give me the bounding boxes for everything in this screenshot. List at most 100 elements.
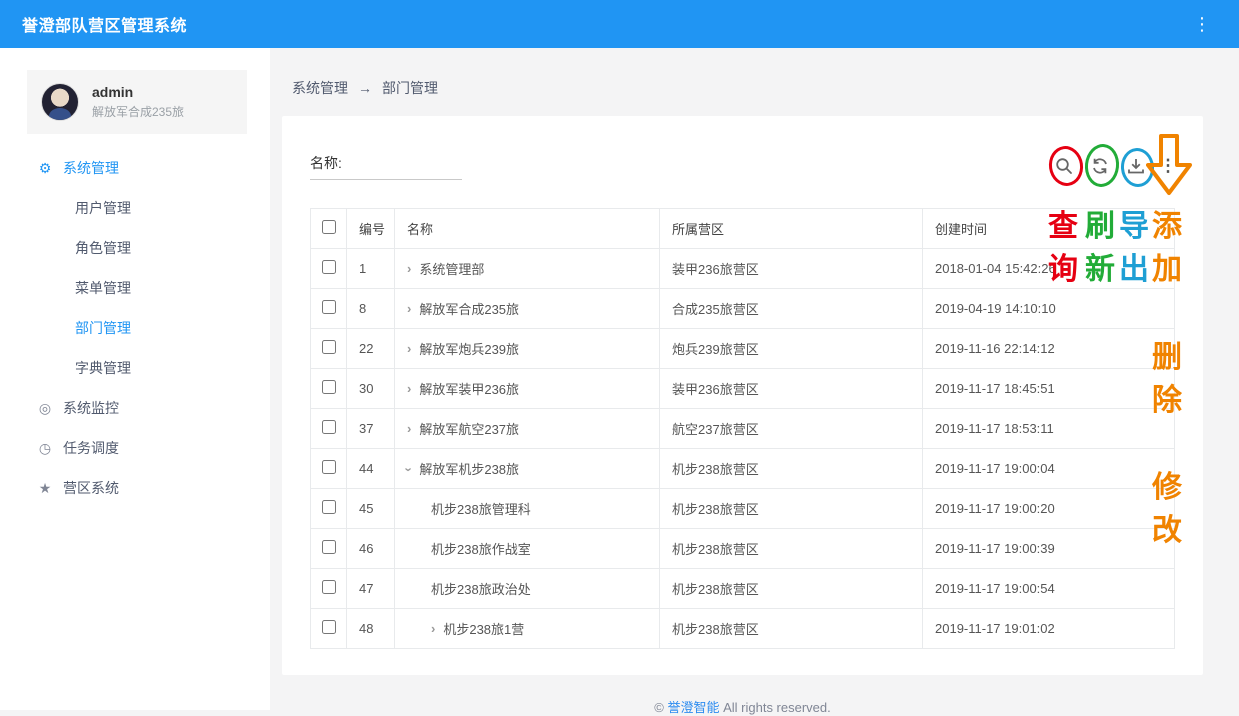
department-name: 机步238旅作战室: [431, 542, 531, 557]
expand-arrow-icon[interactable]: ›: [431, 621, 435, 636]
row-checkbox-cell: [311, 329, 347, 369]
brand-link[interactable]: 誉澄智能: [667, 700, 719, 715]
name-filter-label: 名称:: [310, 153, 342, 173]
row-checkbox-cell: [311, 609, 347, 649]
row-checkbox[interactable]: [322, 540, 336, 554]
sidebar-item-system-monitor[interactable]: ◎ 系统监控: [0, 388, 270, 428]
row-id: 45: [347, 489, 395, 529]
row-checkbox[interactable]: [322, 340, 336, 354]
search-button[interactable]: [1053, 155, 1075, 177]
app-title: 誉澄部队营区管理系统: [22, 12, 187, 36]
row-created-time: 2019-11-17 19:00:20: [923, 489, 1175, 529]
row-checkbox[interactable]: [322, 420, 336, 434]
more-actions-button[interactable]: ⋮: [1161, 155, 1175, 177]
expand-arrow-icon[interactable]: ›: [407, 381, 411, 396]
row-checkbox[interactable]: [322, 500, 336, 514]
name-filter-input[interactable]: [348, 157, 462, 173]
sidebar-item-system-management[interactable]: ⚙ 系统管理: [0, 148, 270, 188]
row-checkbox-cell: [311, 249, 347, 289]
row-created-time: 2019-11-17 18:45:51: [923, 369, 1175, 409]
row-checkbox[interactable]: [322, 620, 336, 634]
table-row: 1›系统管理部装甲236旅营区2018-01-04 15:42:26: [311, 249, 1175, 289]
breadcrumb-system-management[interactable]: 系统管理: [292, 78, 348, 98]
row-name-cell: › 解放军合成235旅: [395, 289, 660, 329]
row-name-cell: ›解放军装甲236旅: [395, 369, 660, 409]
breadcrumb: 系统管理 → 部门管理: [292, 78, 1203, 98]
sidebar-item-camp-system[interactable]: ★ 营区系统: [0, 468, 270, 508]
row-camp: 机步238旅营区: [660, 529, 923, 569]
user-name: admin: [92, 84, 184, 100]
row-name-cell: ›机步238旅1营: [395, 609, 660, 649]
sidebar-item-user-management[interactable]: 用户管理: [0, 188, 270, 228]
table-row: 30›解放军装甲236旅装甲236旅营区2019-11-17 18:45:51: [311, 369, 1175, 409]
row-camp: 合成235旅营区: [660, 289, 923, 329]
row-created-time: 2019-11-17 19:01:02: [923, 609, 1175, 649]
rights-text: All rights reserved.: [723, 700, 831, 715]
sidebar: admin 解放军合成235旅 ⚙ 系统管理 用户管理 角色管理 菜单管理 部门…: [0, 48, 270, 710]
expand-arrow-icon[interactable]: ›: [407, 421, 411, 436]
select-all-checkbox[interactable]: [322, 220, 336, 234]
sidebar-item-role-management[interactable]: 角色管理: [0, 228, 270, 268]
expand-arrow-icon[interactable]: ›: [407, 261, 411, 276]
sidebar-item-label: 系统监控: [63, 398, 119, 418]
row-camp: 航空237旅营区: [660, 409, 923, 449]
department-name: 解放军航空237旅: [419, 422, 519, 437]
row-created-time: 2019-11-17 19:00:54: [923, 569, 1175, 609]
table-row: 48›机步238旅1营机步238旅营区2019-11-17 19:01:02: [311, 609, 1175, 649]
row-created-time: 2019-04-19 14:10:10: [923, 289, 1175, 329]
sidebar-item-menu-management[interactable]: 菜单管理: [0, 268, 270, 308]
expand-arrow-icon[interactable]: ›: [407, 301, 411, 316]
name-filter: 名称:: [310, 153, 462, 180]
export-button[interactable]: [1125, 155, 1147, 177]
row-name-cell: › 系统管理部: [395, 249, 660, 289]
row-camp: 炮兵239旅营区: [660, 329, 923, 369]
row-checkbox[interactable]: [322, 380, 336, 394]
column-header-camp: 所属营区: [660, 209, 923, 249]
department-table: 编号 名称 所属营区 创建时间 1›系统管理部装甲236旅营区2018-01-0…: [310, 208, 1175, 649]
department-name: 解放军炮兵239旅: [419, 342, 519, 357]
row-name-cell: 机步238旅管理科: [395, 489, 660, 529]
gear-icon: ⚙: [37, 160, 53, 177]
table-row: 44›解放军机步238旅机步238旅营区2019-11-17 19:00:04: [311, 449, 1175, 489]
user-profile: admin 解放军合成235旅: [27, 70, 247, 134]
row-created-time: 2018-01-04 15:42:26: [923, 249, 1175, 289]
page-footer: © 誉澄智能 All rights reserved.: [282, 697, 1203, 716]
copyright-symbol: ©: [654, 700, 664, 715]
department-name: 系统管理部: [419, 262, 484, 277]
row-name-cell: › 解放军航空237旅: [395, 409, 660, 449]
collapse-arrow-icon[interactable]: ›: [402, 467, 417, 471]
row-checkbox[interactable]: [322, 300, 336, 314]
department-name: 机步238旅政治处: [431, 582, 531, 597]
expand-arrow-icon[interactable]: ›: [407, 341, 411, 356]
row-checkbox[interactable]: [322, 260, 336, 274]
table-header-row: 编号 名称 所属营区 创建时间: [311, 209, 1175, 249]
sidebar-item-department-management[interactable]: 部门管理: [0, 308, 270, 348]
header-more-icon[interactable]: ⋮: [1187, 14, 1217, 35]
sidebar-item-label: 任务调度: [63, 438, 119, 458]
avatar: [41, 83, 79, 121]
refresh-button[interactable]: [1089, 155, 1111, 177]
sidebar-item-dictionary-management[interactable]: 字典管理: [0, 348, 270, 388]
sidebar-item-label: 营区系统: [63, 478, 119, 498]
sidebar-item-task-scheduler[interactable]: ◷ 任务调度: [0, 428, 270, 468]
row-checkbox[interactable]: [322, 580, 336, 594]
row-checkbox[interactable]: [322, 460, 336, 474]
refresh-icon: [1090, 156, 1110, 176]
row-checkbox-cell: [311, 529, 347, 569]
monitor-icon: ◎: [37, 400, 53, 417]
main-content: 系统管理 → 部门管理 名称:: [270, 48, 1239, 710]
row-name-cell: 机步238旅作战室: [395, 529, 660, 569]
row-checkbox-cell: [311, 369, 347, 409]
column-header-name: 名称: [395, 209, 660, 249]
row-id: 30: [347, 369, 395, 409]
row-created-time: 2019-11-17 19:00:39: [923, 529, 1175, 569]
department-name: 机步238旅管理科: [431, 502, 531, 517]
row-camp: 机步238旅营区: [660, 449, 923, 489]
row-id: 48: [347, 609, 395, 649]
department-name: 解放军合成235旅: [419, 302, 519, 317]
row-camp: 装甲236旅营区: [660, 249, 923, 289]
row-checkbox-cell: [311, 449, 347, 489]
breadcrumb-department-management[interactable]: 部门管理: [382, 78, 438, 98]
table-row: 47机步238旅政治处机步238旅营区2019-11-17 19:00:54: [311, 569, 1175, 609]
row-id: 37: [347, 409, 395, 449]
